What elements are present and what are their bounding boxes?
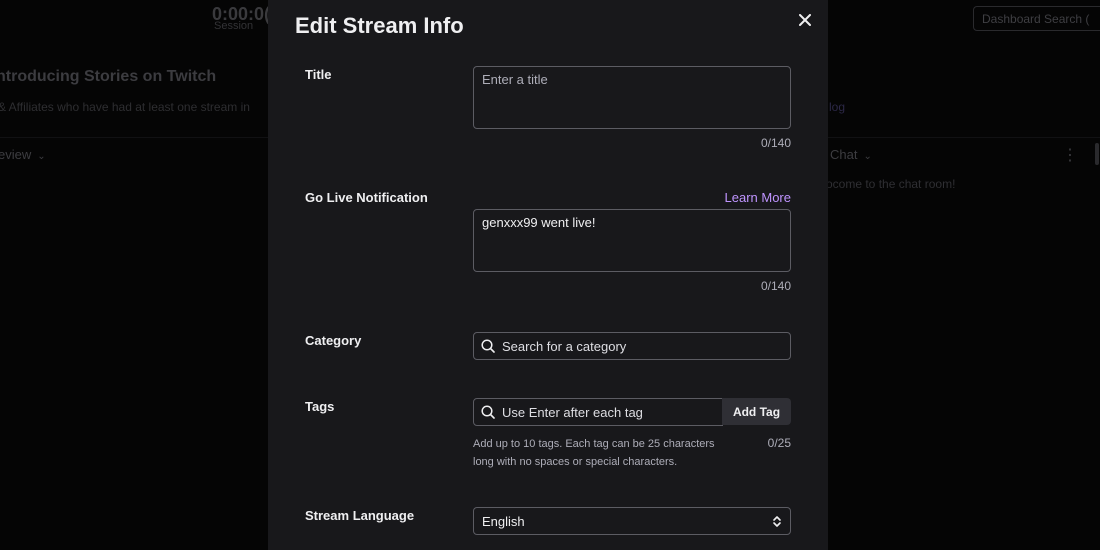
search-icon: [481, 339, 495, 353]
chat-header: Chat ⌄: [830, 147, 872, 162]
tags-placeholder: Use Enter after each tag: [502, 404, 643, 420]
tags-counter: 0/25: [767, 436, 791, 450]
more-options-icon: ⋮: [1062, 147, 1078, 164]
tags-help-text: Add up to 10 tags. Each tag can be 25 ch…: [473, 435, 748, 471]
chevron-down-icon: ⌄: [863, 151, 872, 162]
edit-stream-info-modal: Edit Stream Info Title Enter a title 0/1…: [268, 0, 828, 550]
language-select[interactable]: English: [473, 507, 791, 535]
language-label: Stream Language: [305, 508, 415, 523]
stories-link: log: [829, 100, 846, 114]
modal-title: Edit Stream Info: [295, 13, 464, 38]
stories-headline: ntroducing Stories on Twitch: [0, 68, 217, 85]
title-label: Title: [305, 67, 332, 82]
notification-counter: 0/140: [760, 279, 791, 293]
notification-value: genxxx99 went live!: [482, 215, 596, 230]
tags-input[interactable]: Use Enter after each tag: [473, 398, 723, 426]
close-button[interactable]: [794, 9, 816, 31]
chevron-down-icon: ⌄: [37, 151, 46, 162]
stories-subtext: & Affiliates who have had at least one s…: [0, 100, 250, 114]
scrollbar: [1095, 143, 1099, 165]
category-label: Category: [305, 333, 362, 348]
title-input[interactable]: Enter a title: [473, 66, 791, 129]
close-icon: [799, 14, 811, 26]
notification-label: Go Live Notification: [305, 190, 428, 205]
add-tag-button[interactable]: Add Tag: [722, 398, 791, 425]
chat-label: Chat: [830, 147, 858, 162]
select-arrows-icon: [772, 515, 782, 528]
tags-help-line: Add up to 10 tags. Each tag can be 25 ch…: [473, 438, 715, 450]
notification-input[interactable]: genxxx99 went live!: [473, 209, 791, 272]
preview-header: eview ⌄: [0, 147, 46, 162]
category-search-input[interactable]: Search for a category: [473, 332, 791, 360]
search-icon: [481, 405, 495, 419]
session-label: Session: [214, 20, 254, 32]
dashboard-search: Dashboard Search (: [973, 6, 1100, 31]
tags-label: Tags: [305, 399, 335, 414]
chat-welcome-message: ocome to the chat room!: [826, 177, 956, 191]
tags-help-line: long with no spaces or special character…: [473, 456, 678, 468]
preview-label: eview: [0, 147, 32, 162]
language-selected: English: [482, 513, 525, 529]
category-placeholder: Search for a category: [502, 338, 627, 354]
title-placeholder: Enter a title: [482, 72, 548, 87]
title-counter: 0/140: [760, 136, 791, 150]
learn-more-link[interactable]: Learn More: [725, 190, 791, 205]
